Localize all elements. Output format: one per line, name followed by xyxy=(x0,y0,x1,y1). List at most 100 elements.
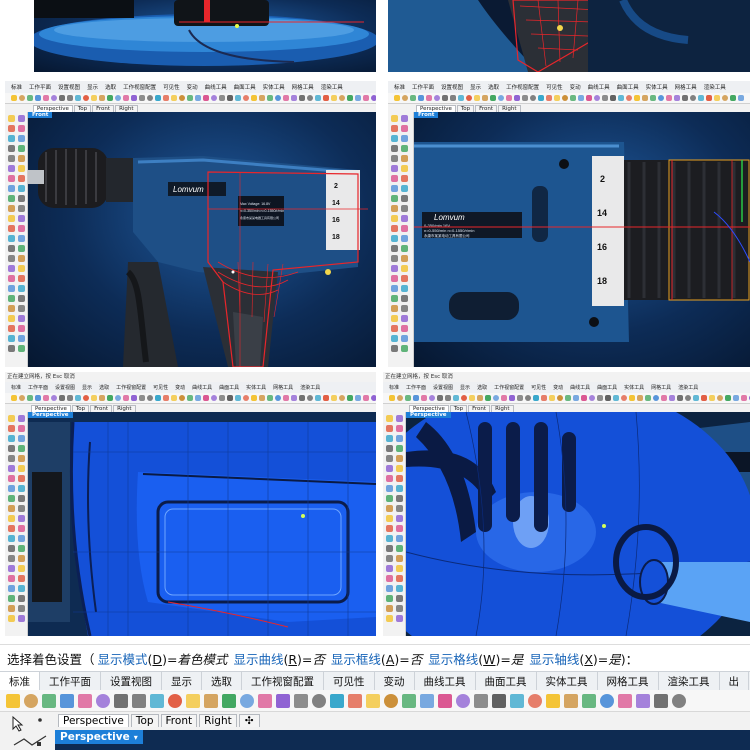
sidebar-tool-icon[interactable] xyxy=(18,505,25,512)
tab-display[interactable]: 显示 xyxy=(460,384,470,391)
bottom-active-viewport-label[interactable]: Perspective ▾ xyxy=(55,730,143,744)
tab-select[interactable]: 选取 xyxy=(99,384,109,391)
toolbar-tool-icon[interactable] xyxy=(366,693,380,708)
toolbar-tool-icon[interactable] xyxy=(275,395,281,401)
sidebar-tool-icon[interactable] xyxy=(386,415,393,422)
toolbar-tool-icon[interactable] xyxy=(402,693,416,708)
tab-visibility[interactable]: 可见性 xyxy=(153,384,168,391)
toolbar-tool-icon[interactable] xyxy=(453,395,459,401)
viewport-front-mid-right[interactable]: Front Lomvum 0-350/min 16V n=0-550/min n… xyxy=(414,112,750,367)
toolbar-tool-icon[interactable] xyxy=(75,95,81,101)
toolbar-tool-icon[interactable] xyxy=(554,95,560,101)
toolbar-tool-icon[interactable] xyxy=(267,95,273,101)
bottom-tab-select[interactable]: 选取 xyxy=(202,672,242,690)
toolbar-tool-icon[interactable] xyxy=(610,95,616,101)
bottom-tab-surface-tools[interactable]: 曲面工具 xyxy=(476,672,537,690)
toolbar-tool-icon[interactable] xyxy=(594,95,600,101)
sidebar-tool-icon[interactable] xyxy=(8,335,15,342)
tab-surface-tools[interactable]: 曲面工具 xyxy=(597,384,617,391)
toolbar-tool-icon[interactable] xyxy=(501,395,507,401)
toolbar-tool-icon[interactable] xyxy=(259,95,265,101)
viewport-tab-top[interactable]: Top xyxy=(73,105,92,112)
toolbar-tool-icon[interactable] xyxy=(35,95,41,101)
tab-set-view[interactable]: 设置视图 xyxy=(433,384,453,391)
sidebar-tool-icon[interactable] xyxy=(8,185,15,192)
toolbar-tool-icon[interactable] xyxy=(299,95,305,101)
toolbar-tool-icon[interactable] xyxy=(43,395,49,401)
toolbar-tool-icon[interactable] xyxy=(363,95,369,101)
sidebar-tool-icon[interactable] xyxy=(18,205,25,212)
sidebar-tool-icon[interactable] xyxy=(18,265,25,272)
toolbar-tool-icon[interactable] xyxy=(27,95,33,101)
viewport-menu-arrow-icon[interactable]: ▾ xyxy=(134,733,138,742)
sidebar-tool-icon[interactable] xyxy=(391,185,398,192)
sidebar-tool-icon[interactable] xyxy=(396,425,403,432)
sidebar-tool-icon[interactable] xyxy=(8,125,15,132)
sidebar-tool-icon[interactable] xyxy=(18,445,25,452)
sidebar-tool-icon[interactable] xyxy=(386,575,393,582)
sidebar-tool-icon[interactable] xyxy=(386,585,393,592)
bottom-viewport-tab-top[interactable]: Top xyxy=(130,714,159,727)
toolbar-tool-icon[interactable] xyxy=(19,395,25,401)
tab-viewport-layout[interactable]: 工作视窗配置 xyxy=(506,83,539,91)
tab-display[interactable]: 显示 xyxy=(470,83,481,91)
sidebar-tool-icon[interactable] xyxy=(396,475,403,482)
sidebar-tool-icon[interactable] xyxy=(401,175,408,182)
toolbar-tool-icon[interactable] xyxy=(410,95,416,101)
sidebar-tool-icon[interactable] xyxy=(8,245,15,252)
sidebar-tool-icon[interactable] xyxy=(386,535,393,542)
toolbar-tool-icon[interactable] xyxy=(307,395,313,401)
toolbar-tool-icon[interactable] xyxy=(466,95,472,101)
toolbar-tool-icon[interactable] xyxy=(636,693,650,708)
sidebar-tool-icon[interactable] xyxy=(18,465,25,472)
sidebar-tool-icon[interactable] xyxy=(401,155,408,162)
toolbar-tool-icon[interactable] xyxy=(312,693,326,708)
toolbar-tool-icon[interactable] xyxy=(35,395,41,401)
tab-render-tools[interactable]: 渲染工具 xyxy=(704,83,726,91)
sidebar-tool-icon[interactable] xyxy=(396,515,403,522)
toolbar-tool-icon[interactable] xyxy=(331,95,337,101)
toolbar-tool-icon[interactable] xyxy=(243,95,249,101)
tab-surface-tools[interactable]: 曲面工具 xyxy=(234,83,256,91)
bottom-tab-display[interactable]: 显示 xyxy=(162,672,202,690)
toolbar-tool-icon[interactable] xyxy=(674,95,680,101)
tab-set-view[interactable]: 设置视图 xyxy=(58,83,80,91)
sidebar-tool-icon[interactable] xyxy=(8,505,15,512)
toolbar-tool-icon[interactable] xyxy=(59,95,65,101)
sidebar-tool-icon[interactable] xyxy=(8,195,15,202)
toolbar-tool-icon[interactable] xyxy=(243,395,249,401)
sidebar-tool-icon[interactable] xyxy=(8,455,15,462)
sidebar-tool-icon[interactable] xyxy=(401,215,408,222)
toolbar-tool-icon[interactable] xyxy=(163,95,169,101)
sidebar-tool-icon[interactable] xyxy=(18,215,25,222)
toolbar-tool-icon[interactable] xyxy=(469,395,475,401)
sidebar-tool-icon[interactable] xyxy=(396,555,403,562)
toolbar-tool-icon[interactable] xyxy=(371,95,376,101)
toolbar-tool-icon[interactable] xyxy=(618,95,624,101)
toolbar-tool-icon[interactable] xyxy=(564,693,578,708)
viewport-tab-front[interactable]: Front xyxy=(92,105,115,112)
bottom-viewport-tab-perspective[interactable]: Perspective xyxy=(58,714,129,727)
toolbar-tool-icon[interactable] xyxy=(27,395,33,401)
sidebar-tool-icon[interactable] xyxy=(396,585,403,592)
toolbar-tool-icon[interactable] xyxy=(267,395,273,401)
toolbar-tool-icon[interactable] xyxy=(482,95,488,101)
toolbar-tool-icon[interactable] xyxy=(658,95,664,101)
toolbar-tool-icon[interactable] xyxy=(294,693,308,708)
option-display-mode[interactable]: 显示模式(D)=着色模式 xyxy=(98,649,228,668)
viewport-tab-right[interactable]: Right xyxy=(498,105,521,112)
tab-set-view[interactable]: 设置视图 xyxy=(55,384,75,391)
toolbar-tool-icon[interactable] xyxy=(51,395,57,401)
toolbar-tool-icon[interactable] xyxy=(738,95,744,101)
toolbar-tool-icon[interactable] xyxy=(525,395,531,401)
sidebar-tool-icon[interactable] xyxy=(391,215,398,222)
toolbar-tool-icon[interactable] xyxy=(570,95,576,101)
toolbar-tool-icon[interactable] xyxy=(420,693,434,708)
toolbar-tool-icon[interactable] xyxy=(730,95,736,101)
toolbar-tool-icon[interactable] xyxy=(538,95,544,101)
sidebar-tool-icon[interactable] xyxy=(401,305,408,312)
toolbar-tool-icon[interactable] xyxy=(330,693,344,708)
toolbar-tool-icon[interactable] xyxy=(67,95,73,101)
sidebar-tool-icon[interactable] xyxy=(18,115,25,122)
toolbar-tool-icon[interactable] xyxy=(91,95,97,101)
